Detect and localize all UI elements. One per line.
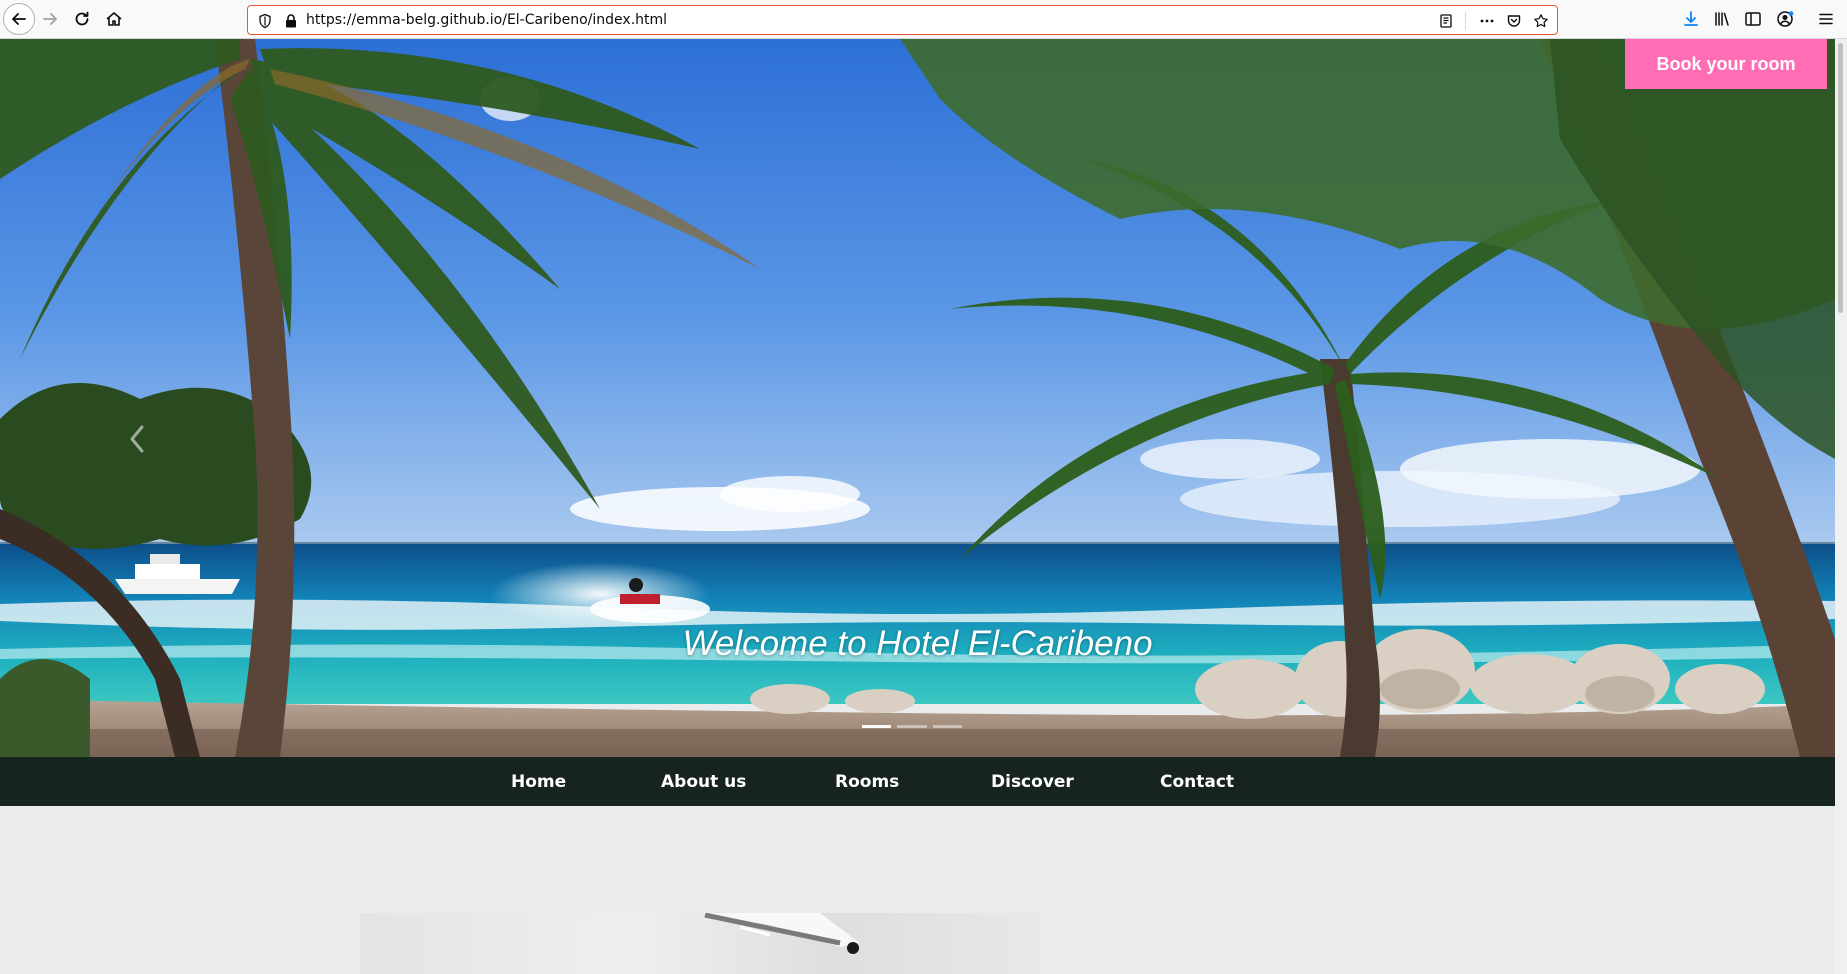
web-page: Welcome to Hotel El-Caribeno Book your r…	[0, 39, 1835, 974]
downloads-button[interactable]	[1677, 5, 1705, 33]
carousel-indicator[interactable]	[862, 725, 892, 728]
hero-caption: Welcome to Hotel El-Caribeno	[682, 624, 1153, 663]
library-icon	[1715, 12, 1729, 26]
nav-home-link[interactable]: Home	[511, 757, 566, 806]
book-room-button[interactable]: Book your room	[1625, 39, 1827, 89]
forward-icon	[43, 13, 57, 25]
page-scrollbar[interactable]	[1835, 39, 1847, 974]
more-actions-icon[interactable]	[1477, 11, 1497, 31]
url-bar[interactable]: https://emma-belg.github.io/El-Caribeno/…	[247, 5, 1558, 35]
pocket-icon[interactable]	[1504, 11, 1524, 31]
carousel-indicators	[862, 725, 962, 731]
back-icon	[12, 13, 26, 25]
reload-icon	[75, 11, 89, 26]
carousel-indicator[interactable]	[897, 725, 927, 728]
browser-toolbar: https://emma-belg.github.io/El-Caribeno/…	[0, 0, 1847, 39]
library-button[interactable]	[1708, 5, 1736, 33]
carousel-indicator[interactable]	[932, 725, 962, 728]
main-navigation: Home About us Rooms Discover Contact	[0, 757, 1835, 806]
scrollbar-thumb[interactable]	[1838, 43, 1843, 313]
nav-discover-link[interactable]: Discover	[991, 757, 1074, 806]
bookmark-star-icon[interactable]	[1531, 11, 1551, 31]
tracking-shield-icon[interactable]	[255, 11, 275, 31]
sidebar-icon	[1745, 12, 1761, 26]
sidebar-button[interactable]	[1739, 5, 1767, 33]
room-photo	[360, 913, 1040, 974]
download-icon	[1684, 11, 1698, 26]
menu-icon	[1819, 13, 1833, 25]
lock-icon[interactable]	[281, 11, 301, 31]
carousel-prev-button[interactable]	[122, 419, 152, 459]
account-button[interactable]	[1771, 5, 1799, 33]
url-divider	[1465, 12, 1466, 30]
account-icon	[1777, 11, 1794, 27]
nav-rooms-link[interactable]: Rooms	[835, 757, 899, 806]
url-text[interactable]: https://emma-belg.github.io/El-Caribeno/…	[306, 12, 667, 28]
forward-button[interactable]	[36, 5, 64, 33]
nav-about-link[interactable]: About us	[661, 757, 746, 806]
menu-button[interactable]	[1812, 5, 1840, 33]
hero-carousel: Welcome to Hotel El-Caribeno Book your r…	[0, 39, 1835, 757]
back-button[interactable]	[3, 3, 35, 35]
home-icon	[106, 12, 122, 26]
chevron-left-icon	[130, 425, 144, 453]
reader-view-icon[interactable]	[1436, 11, 1456, 31]
reload-button[interactable]	[68, 5, 96, 33]
home-button[interactable]	[100, 5, 128, 33]
nav-contact-link[interactable]: Contact	[1160, 757, 1234, 806]
